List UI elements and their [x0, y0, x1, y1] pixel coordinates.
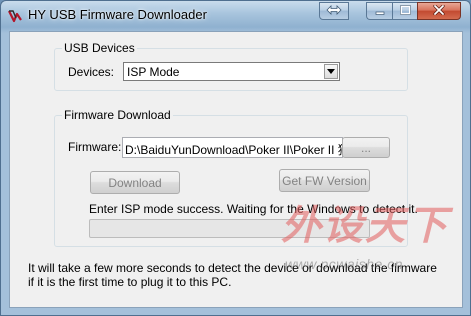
firmware-download-group-label: Firmware Download [62, 108, 173, 122]
info-note-line-2: if it is the first time to plug it to th… [28, 275, 232, 289]
get-fw-version-button-label: Get FW Version [282, 173, 367, 188]
title-bar[interactable]: HY USB Firmware Downloader [1, 1, 470, 31]
hy-app-icon[interactable] [8, 9, 22, 23]
maximize-icon [399, 4, 411, 18]
download-progress-bar [89, 219, 370, 238]
devices-label: Devices: [68, 65, 115, 79]
close-button[interactable] [417, 2, 461, 20]
window-title: HY USB Firmware Downloader [28, 7, 207, 22]
resize-button[interactable] [319, 2, 349, 20]
client-area: USB Devices Devices: ISP Mode Firmware D… [9, 31, 463, 308]
minimize-icon [375, 4, 385, 18]
app-window: HY USB Firmware Downloader USB Devices D… [0, 0, 471, 316]
download-button-label: Download [108, 175, 162, 190]
minimize-button[interactable] [366, 2, 392, 20]
status-message: Enter ISP mode success. Waiting for the … [89, 202, 418, 216]
info-note-line-1: It will take a few more seconds to detec… [28, 261, 437, 275]
chevron-down-icon[interactable] [324, 64, 338, 79]
firmware-path-field[interactable]: D:\BaiduYunDownload\Poker II\Poker II 独立 [122, 137, 343, 158]
firmware-label: Firmware: [68, 140, 122, 154]
usb-devices-group: USB Devices Devices: ISP Mode [54, 41, 408, 91]
firmware-path-value: D:\BaiduYunDownload\Poker II\Poker II 独立 [125, 143, 343, 157]
close-icon [433, 4, 445, 18]
download-button[interactable]: Download [90, 171, 180, 194]
browse-button-label: ... [360, 140, 371, 155]
browse-button[interactable]: ... [342, 137, 390, 158]
devices-select[interactable]: ISP Mode [123, 62, 340, 81]
devices-select-value: ISP Mode [127, 65, 180, 79]
firmware-download-group: Firmware Download Firmware: D:\BaiduYunD… [54, 108, 418, 247]
get-fw-version-button[interactable]: Get FW Version [279, 169, 370, 192]
double-arrow-icon [326, 4, 342, 18]
usb-devices-group-label: USB Devices [62, 41, 137, 55]
maximize-button[interactable] [392, 2, 417, 20]
